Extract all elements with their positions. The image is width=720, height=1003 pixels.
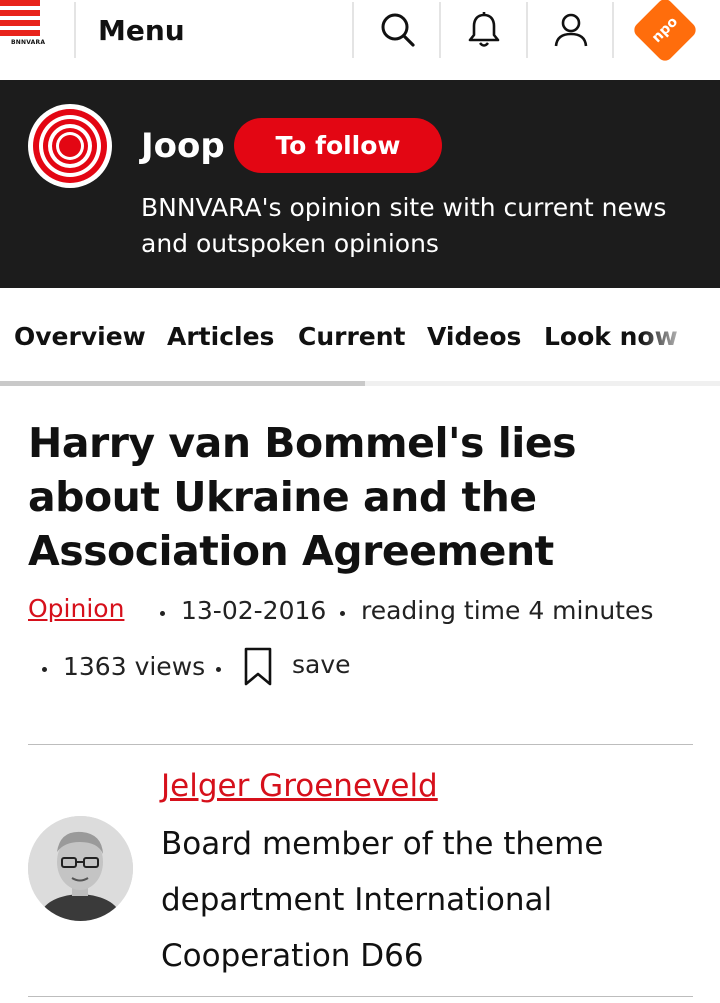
npo-logo-text: npo [648,13,682,47]
divider [28,744,693,745]
divider [439,2,441,58]
notifications-button[interactable] [454,6,514,54]
author-photo-image [28,816,133,921]
divider [28,996,693,997]
tabs-fade-overlay [640,288,720,384]
bookmark-icon [244,647,272,686]
tab-overview[interactable]: Overview [14,322,146,351]
divider [612,2,614,58]
meta-separator [160,611,165,616]
view-count: 1363 views [63,652,206,681]
account-button[interactable] [541,6,601,54]
top-navigation-bar: BNNVARA Menu npo [0,0,720,80]
section-tabs: Overview Articles Current Videos Look no… [0,288,720,388]
user-icon [554,13,588,47]
search-icon [381,13,415,47]
reading-time: reading time 4 minutes [361,596,654,625]
divider [352,2,354,58]
author-bio: Board member of the theme department Int… [161,826,604,974]
article-headline: Harry van Bommel's lies about Ukraine an… [28,419,577,575]
save-label[interactable]: save [292,650,351,679]
logo-text: BNNVARA [11,39,46,46]
publish-date: 13-02-2016 [181,596,327,625]
bnnvara-logo[interactable]: BNNVARA [0,0,46,56]
meta-separator [340,611,345,616]
author-avatar[interactable] [28,816,133,921]
divider [526,2,528,58]
category-link[interactable]: Opinion [28,594,124,623]
meta-separator [42,667,47,672]
tabs-scrollbar-thumb[interactable] [0,381,365,386]
follow-button[interactable]: To follow [234,118,442,173]
divider [74,2,76,58]
channel-avatar[interactable] [28,104,112,188]
tab-current[interactable]: Current [298,322,406,351]
save-button[interactable] [243,647,273,687]
tab-articles[interactable]: Articles [167,322,274,351]
bell-icon [468,12,500,47]
author-name-link[interactable]: Jelger Groeneveld [161,768,438,804]
menu-button[interactable]: Menu [98,14,185,47]
tab-videos[interactable]: Videos [427,322,521,351]
channel-description: BNNVARA's opinion site with current news… [141,193,667,258]
search-button[interactable] [368,6,428,54]
channel-title: Joop [141,126,225,166]
joop-target-logo-icon [33,109,107,183]
meta-separator [216,667,221,672]
